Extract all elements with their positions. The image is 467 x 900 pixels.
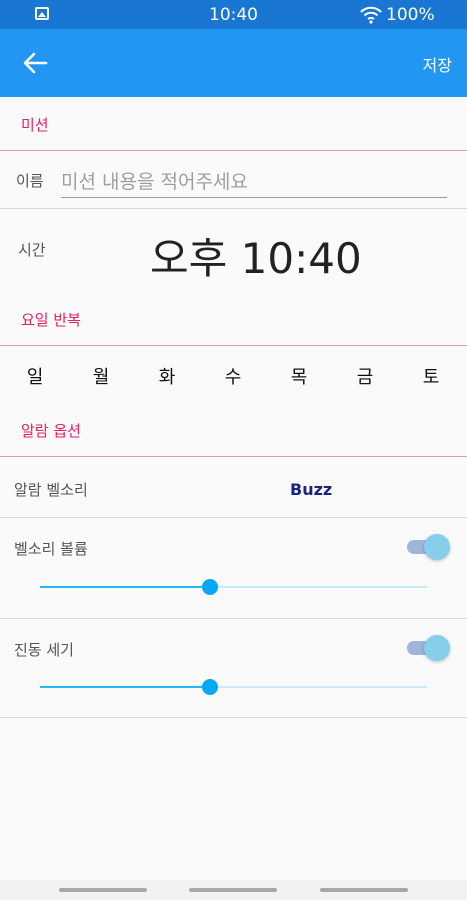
battery-level: 100% xyxy=(386,5,435,25)
nav-recent-button[interactable] xyxy=(59,888,147,892)
switch-thumb xyxy=(424,635,450,661)
alarm-options-section-header: 알람 옵션 xyxy=(0,403,467,457)
status-bar: 10:40 100% xyxy=(0,0,467,29)
back-arrow-icon[interactable] xyxy=(20,49,50,77)
vibration-toggle[interactable] xyxy=(407,635,450,661)
alarm-time-display[interactable]: 오후 10:40 xyxy=(150,225,362,286)
app-bar: 저장 xyxy=(0,29,467,97)
divider xyxy=(0,717,467,718)
day-tuesday[interactable]: 화 xyxy=(152,363,182,389)
day-wednesday[interactable]: 수 xyxy=(218,363,248,389)
slider-thumb[interactable] xyxy=(202,579,219,595)
slider-thumb[interactable] xyxy=(202,679,219,695)
volume-row: 벨소리 볼륨 xyxy=(0,518,467,618)
time-row[interactable]: 시간 오후 10:40 xyxy=(0,209,467,297)
time-label: 시간 xyxy=(18,241,46,259)
day-friday[interactable]: 금 xyxy=(350,363,380,389)
weekday-selector: 일 월 화 수 목 금 토 xyxy=(0,346,467,404)
mission-section-header: 미션 xyxy=(0,97,467,151)
day-monday[interactable]: 월 xyxy=(86,363,116,389)
alarm-options-header-label: 알람 옵션 xyxy=(21,422,81,440)
volume-toggle[interactable] xyxy=(407,534,450,560)
save-button[interactable]: 저장 xyxy=(423,52,452,76)
volume-label: 벨소리 볼륨 xyxy=(14,540,88,558)
ringtone-label: 알람 벨소리 xyxy=(14,481,88,499)
wifi-icon xyxy=(360,6,382,24)
volume-slider[interactable] xyxy=(40,577,427,597)
mission-name-input[interactable] xyxy=(61,166,447,198)
system-navigation-bar xyxy=(0,880,467,900)
slider-fill xyxy=(40,586,211,588)
repeat-section-header: 요일 반복 xyxy=(0,292,467,346)
nav-home-button[interactable] xyxy=(189,888,277,892)
ringtone-value[interactable]: Buzz xyxy=(290,480,332,499)
repeat-header-label: 요일 반복 xyxy=(21,311,81,329)
vibration-slider[interactable] xyxy=(40,677,427,697)
mission-header-label: 미션 xyxy=(21,116,49,134)
vibration-row: 진동 세기 xyxy=(0,619,467,717)
vibration-label: 진동 세기 xyxy=(14,641,74,659)
mission-name-row: 이름 xyxy=(0,152,467,208)
day-thursday[interactable]: 목 xyxy=(284,363,314,389)
slider-fill xyxy=(40,686,211,688)
switch-thumb xyxy=(424,534,450,560)
nav-back-button[interactable] xyxy=(320,888,408,892)
ringtone-row[interactable]: 알람 벨소리 Buzz xyxy=(0,457,467,517)
name-label: 이름 xyxy=(16,172,44,190)
day-sunday[interactable]: 일 xyxy=(20,363,50,389)
day-saturday[interactable]: 토 xyxy=(416,363,446,389)
